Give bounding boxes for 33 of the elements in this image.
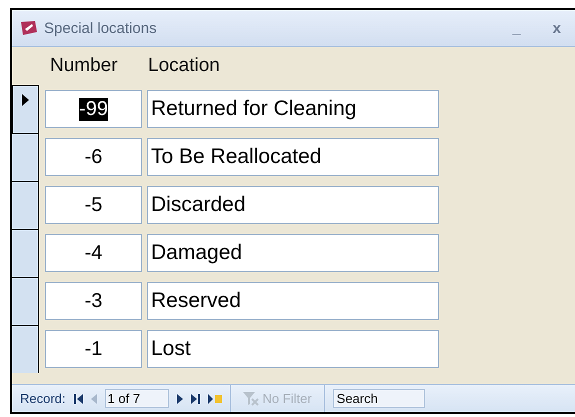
record-position-field[interactable]: 1 of 7 [104,389,169,408]
record-selector[interactable] [12,181,39,229]
minimize-button[interactable]: _ [506,20,527,36]
close-button[interactable]: x [546,20,567,36]
number-field[interactable]: -6 [45,138,142,176]
app-icon [20,20,38,36]
record-selector[interactable] [12,325,39,373]
number-field[interactable]: -3 [45,282,142,320]
location-field[interactable]: Damaged [147,234,439,272]
location-field[interactable]: Lost [147,330,439,368]
location-field[interactable]: Reserved [147,282,439,320]
number-field[interactable]: -99 [45,90,142,128]
number-field[interactable]: -4 [45,234,142,272]
record-selector[interactable] [12,85,39,133]
new-record-icon[interactable] [208,394,222,404]
location-field[interactable]: Returned for Cleaning [147,90,439,128]
number-field[interactable]: -5 [45,186,142,224]
next-record-icon[interactable] [176,394,183,404]
first-record-icon[interactable] [74,394,83,404]
location-field[interactable]: To Be Reallocated [147,138,439,176]
filter-icon [242,392,259,406]
record-selector[interactable] [12,133,39,181]
record-selector[interactable] [12,277,39,325]
record-selector[interactable] [12,229,39,277]
column-header: Location [148,55,220,77]
last-record-icon[interactable] [190,394,200,404]
record-label: Record: [20,391,66,406]
location-field[interactable]: Discarded [147,186,439,224]
column-header: Number [50,55,119,77]
current-record-icon [22,94,29,106]
number-field[interactable]: -1 [45,330,142,368]
search-field[interactable]: Search [332,389,425,408]
window-title: Special locations [44,20,157,36]
